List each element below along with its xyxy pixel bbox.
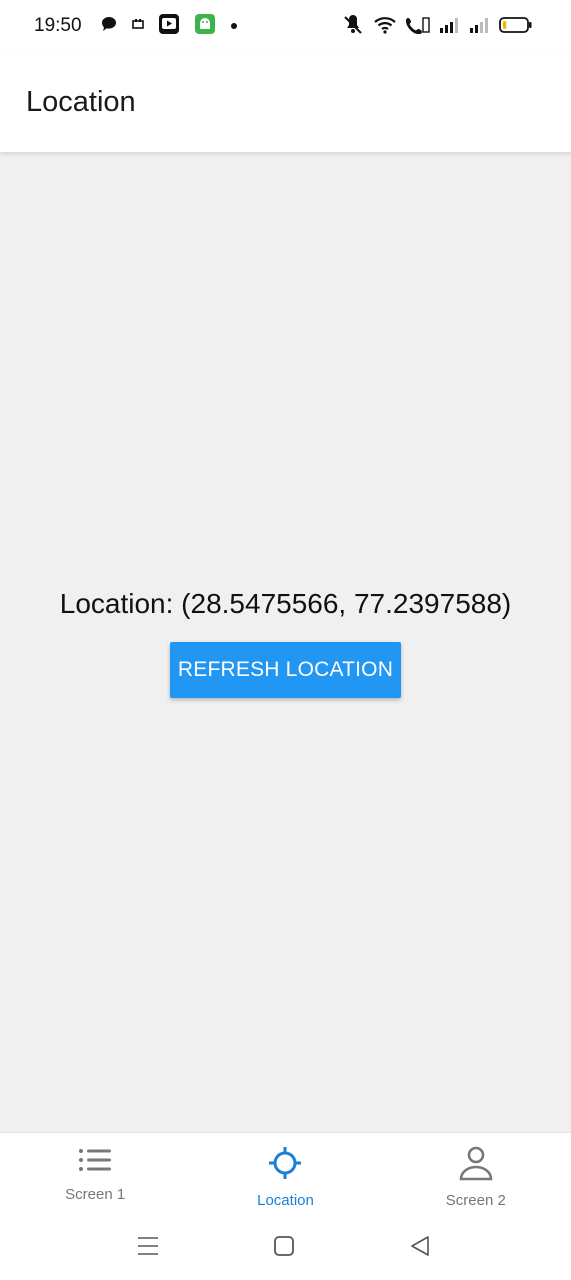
main-content: Location: (28.5475566, 77.2397588) REFRE… [0, 152, 571, 1132]
nav-item-location[interactable]: Location [190, 1133, 380, 1214]
nav-item-screen-1[interactable]: Screen 1 [0, 1133, 190, 1214]
menu-icon[interactable] [136, 1234, 160, 1263]
status-bar: 19:50 [0, 0, 571, 52]
location-text: Location: (28.5475566, 77.2397588) [59, 588, 512, 619]
person-icon [458, 1145, 494, 1186]
system-navigation-bar [0, 1214, 571, 1280]
status-left-icons [100, 13, 238, 40]
nav-item-screen-2[interactable]: Screen 2 [381, 1133, 571, 1214]
list-icon [77, 1145, 113, 1180]
home-icon[interactable] [272, 1234, 296, 1263]
status-time: 19:50 [34, 15, 82, 36]
page-title: Location [26, 85, 136, 118]
signal-icon [439, 16, 461, 39]
refresh-location-button[interactable]: REFRESH LOCATION [170, 642, 401, 698]
signal-icon [469, 16, 491, 39]
app-bar: Location [0, 52, 571, 152]
status-right-icons [341, 14, 533, 41]
youtube-icon [158, 13, 180, 40]
wifi-icon [373, 15, 397, 40]
bottom-navigation: Screen 1 Location Screen 2 [0, 1132, 571, 1214]
chat-bubble-icon [100, 15, 118, 38]
volte-icon [405, 15, 431, 40]
dot-icon [230, 17, 238, 35]
mute-icon [341, 14, 365, 41]
notification-icon [131, 17, 144, 35]
nav-label-screen-1: Screen 1 [65, 1186, 126, 1203]
battery-icon [499, 16, 533, 39]
android-icon [194, 13, 216, 40]
back-icon[interactable] [408, 1234, 432, 1263]
nav-label-screen-2: Screen 2 [445, 1192, 506, 1209]
nav-label-location: Location [257, 1192, 314, 1209]
crosshair-icon [267, 1145, 303, 1186]
